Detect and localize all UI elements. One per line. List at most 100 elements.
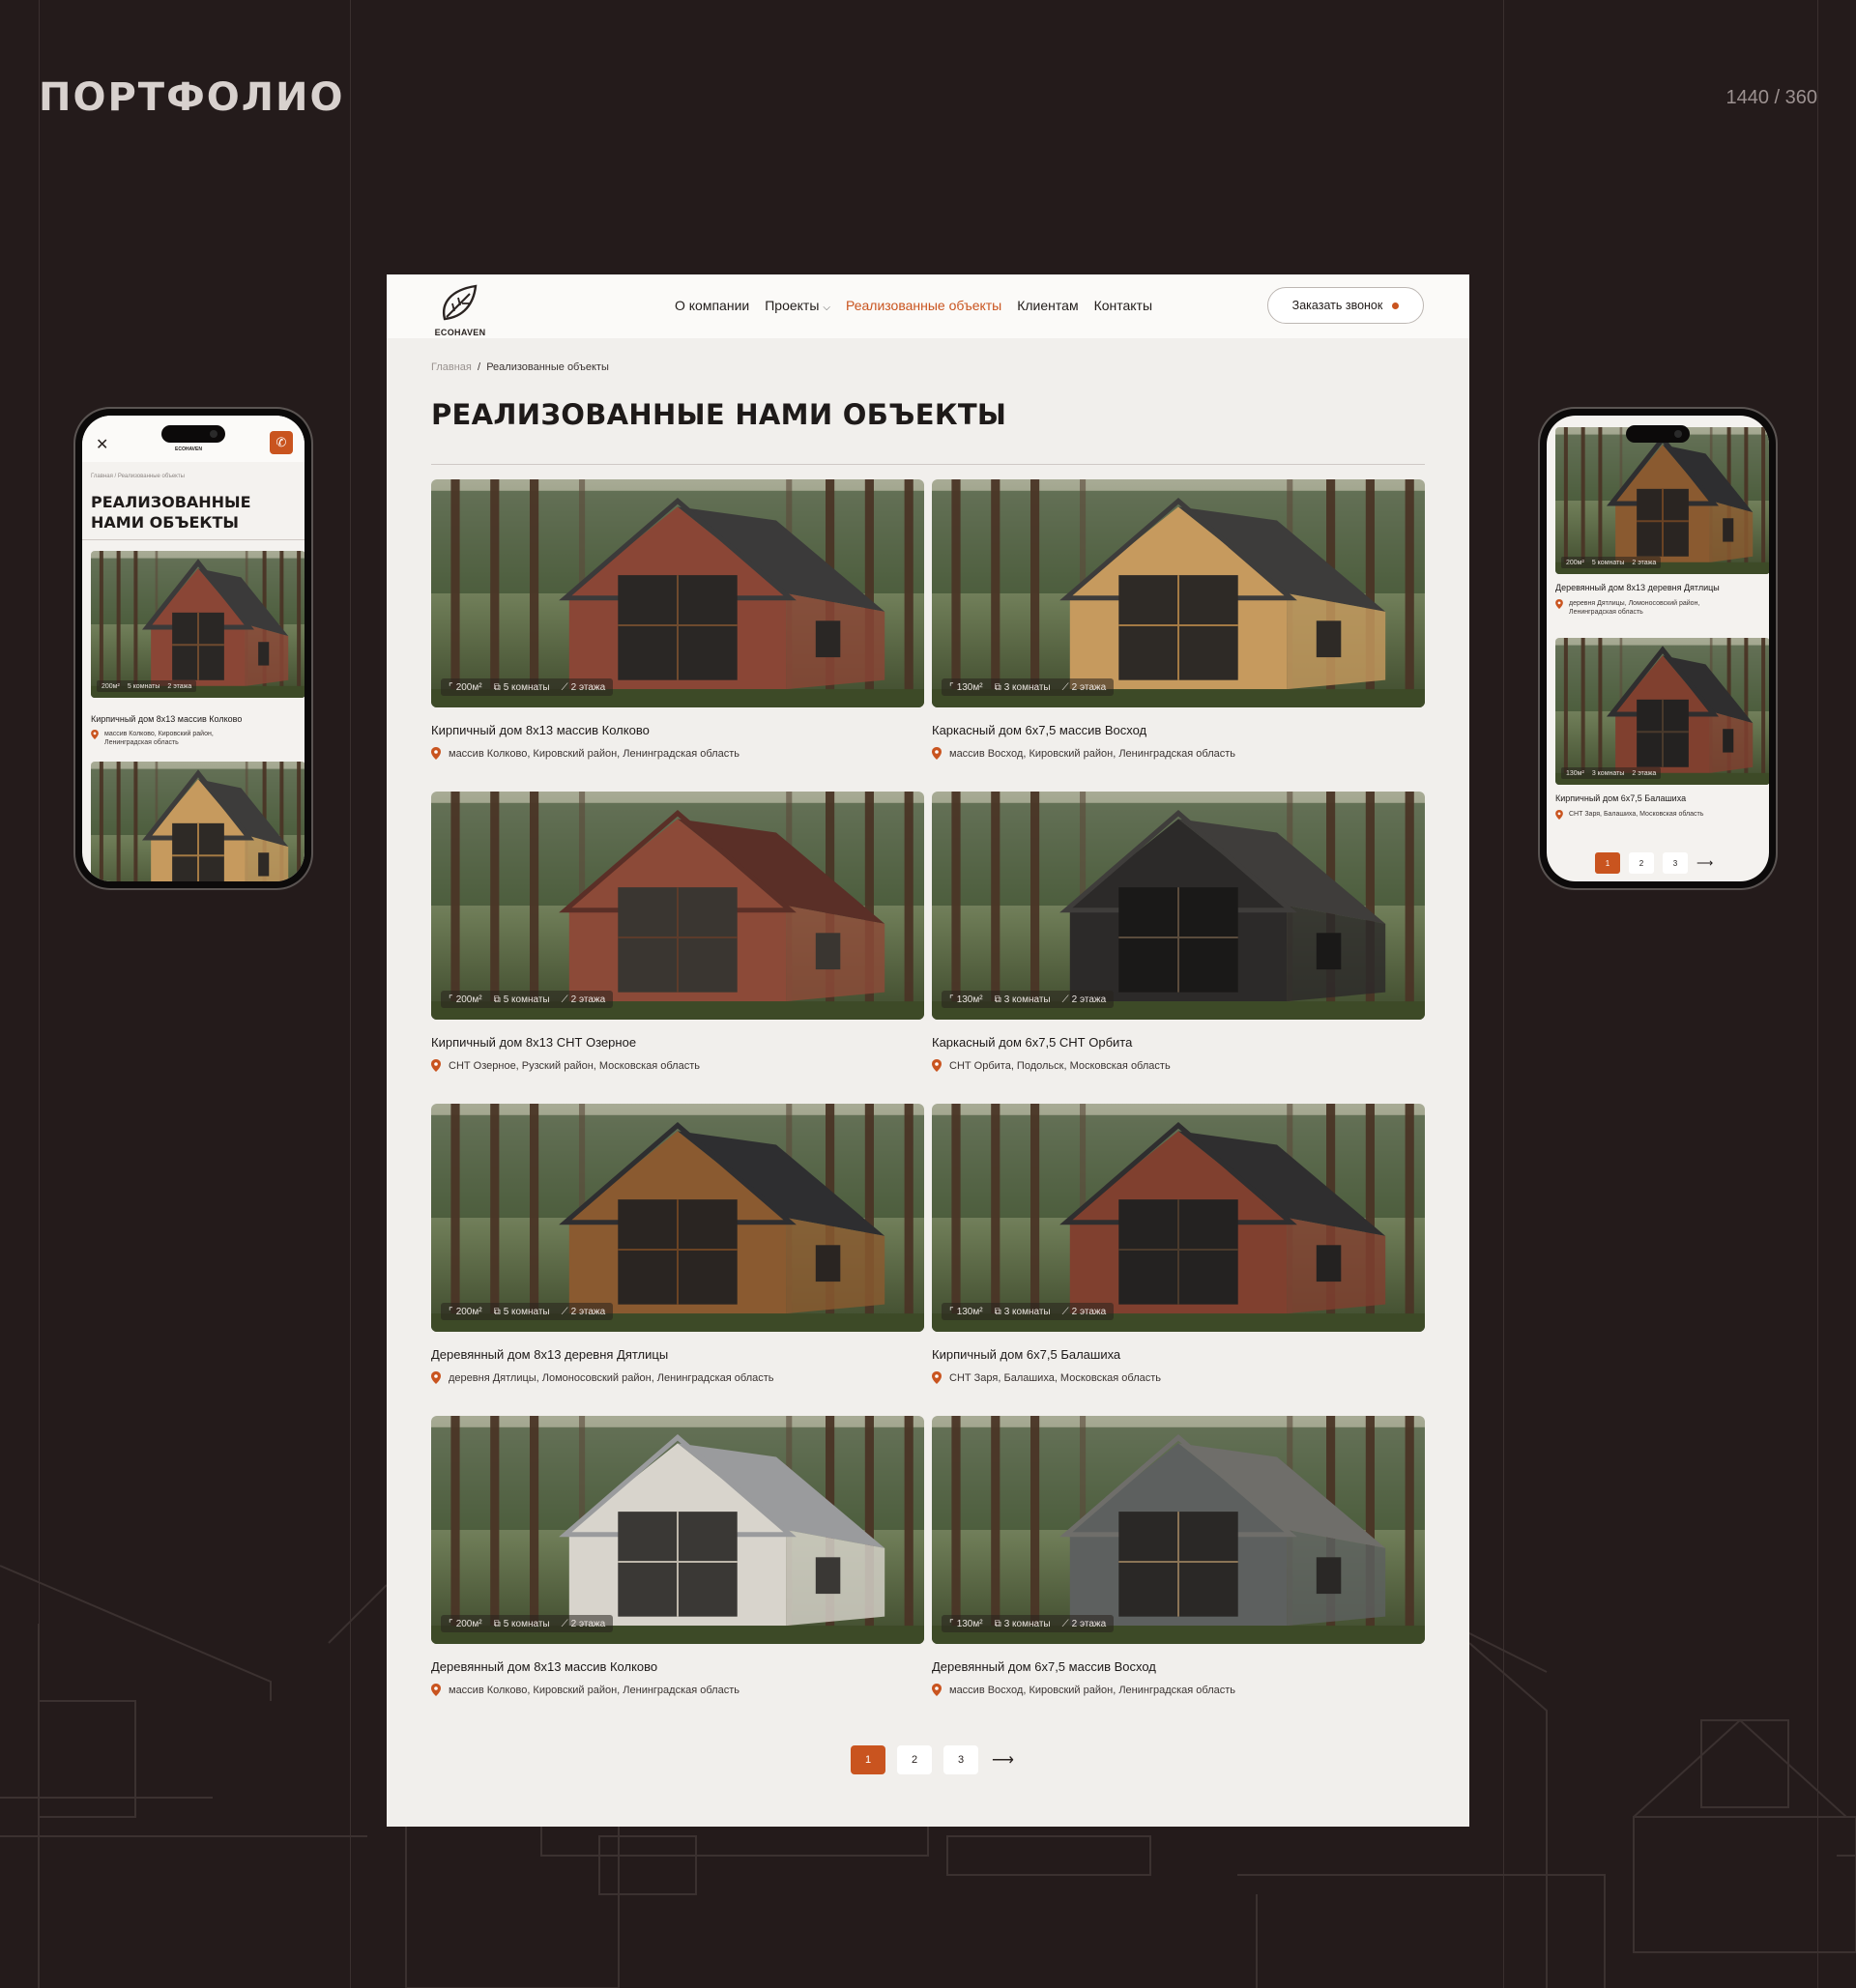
breadcrumb-separator: / <box>478 361 481 373</box>
logo[interactable]: ECOHAVEN <box>431 282 489 337</box>
project-location: массив Восход, Кировский район, Ленингра… <box>932 747 1425 760</box>
project-location: СНТ Озерное, Рузский район, Московская о… <box>431 1059 924 1072</box>
area-value: 200м² <box>455 1618 482 1629</box>
mobile-card-image[interactable]: 200м² 5 комнаты 2 этажа <box>91 551 304 698</box>
project-image[interactable]: ⌜ 130м² ⧉ 3 комнаты ⟋ 2 этажа <box>932 1104 1425 1332</box>
title-divider <box>431 464 1425 465</box>
area-icon: ⌜ <box>949 681 954 693</box>
mobile-card-title-2[interactable]: Кирпичный дом 6х7,5 Балашиха <box>1555 793 1686 803</box>
project-image[interactable]: ⌜ 200м² ⧉ 5 комнаты ⟋ 2 этажа <box>431 1416 924 1644</box>
mobile-card-stats: 200м² 5 комнаты 2 этажа <box>1561 557 1662 568</box>
project-image[interactable]: ⌜ 130м² ⧉ 3 комнаты ⟋ 2 этажа <box>932 792 1425 1020</box>
project-location: СНТ Заря, Балашиха, Московская область <box>932 1371 1425 1384</box>
project-title[interactable]: Кирпичный дом 8х13 массив Колково <box>431 723 924 737</box>
chevron-down-icon: ⌵ <box>823 303 830 313</box>
mobile-card-stats: 130м² 3 комнаты 2 этажа <box>1561 767 1662 779</box>
mobile-card-title[interactable]: Деревянный дом 8х13 деревня Дятлицы <box>1555 583 1720 592</box>
phone-icon[interactable]: ✆ <box>270 431 293 454</box>
location-pin-icon <box>91 730 99 739</box>
project-stats: ⌜ 200м² ⧉ 5 комнаты ⟋ 2 этажа <box>441 678 614 696</box>
project-title[interactable]: Каркасный дом 6х7,5 СНТ Орбита <box>932 1035 1425 1050</box>
floors-value: 2 этажа <box>1071 1306 1107 1317</box>
project-image[interactable]: ⌜ 200м² ⧉ 5 комнаты ⟋ 2 этажа <box>431 1104 924 1332</box>
project-image[interactable]: ⌜ 200м² ⧉ 5 комнаты ⟋ 2 этажа <box>431 792 924 1020</box>
desktop-mockup: ECOHAVEN О компании Проекты ⌵ Реализованн… <box>387 274 1469 1827</box>
mobile-card-image[interactable]: 200м² 5 комнаты 2 этажа <box>1555 427 1769 574</box>
pagination: 1 2 3 ⟶ <box>851 1745 1014 1774</box>
mobile-page-1[interactable]: 1 <box>1595 852 1620 874</box>
stairs-icon: ⟋ <box>1061 681 1069 693</box>
mobile-card-location-2: СНТ Заря, Балашиха, Московская область <box>1555 810 1758 820</box>
rooms-stat: ⧉ 5 комнаты <box>494 994 550 1005</box>
mobile-card-title[interactable]: Кирпичный дом 8х13 массив Колково <box>91 714 242 724</box>
stairs-icon: ⟋ <box>561 994 568 1005</box>
mobile-floors: 2 этажа <box>1632 769 1657 777</box>
mobile-card-location: деревня Дятлицы, Ломоносовский район, Лен… <box>1555 599 1758 618</box>
rooms-stat: ⧉ 5 комнаты <box>494 1619 550 1629</box>
project-card[interactable]: ⌜ 130м² ⧉ 3 комнаты ⟋ 2 этажа Деревянный до… <box>932 1416 1425 1728</box>
project-title[interactable]: Каркасный дом 6х7,5 массив Восход <box>932 723 1425 737</box>
stairs-icon: ⟋ <box>561 681 568 693</box>
rooms-stat: ⧉ 5 комнаты <box>494 1307 550 1317</box>
project-card[interactable]: ⌜ 200м² ⧉ 5 комнаты ⟋ 2 этажа Деревянный до… <box>431 1416 924 1728</box>
nav-item-label: Проекты <box>765 298 820 313</box>
mobile-screen-right: 200м² 5 комнаты 2 этажа Деревянный дом 8… <box>1547 416 1769 881</box>
page-3[interactable]: 3 <box>943 1745 978 1774</box>
nav-item-projects[interactable]: Проекты ⌵ <box>765 298 830 313</box>
project-location-text: массив Восход, Кировский район, Ленингра… <box>949 1684 1236 1696</box>
rooms-stat: ⧉ 3 комнаты <box>995 1307 1051 1317</box>
project-stats: ⌜ 200м² ⧉ 5 комнаты ⟋ 2 этажа <box>441 991 614 1008</box>
arrow-right-icon[interactable]: ⟶ <box>992 1750 1014 1770</box>
page-1[interactable]: 1 <box>851 1745 885 1774</box>
project-stats: ⌜ 130м² ⧉ 3 комнаты ⟋ 2 этажа <box>942 1303 1115 1320</box>
nav-item-about[interactable]: О компании <box>675 298 749 313</box>
project-image[interactable]: ⌜ 130м² ⧉ 3 комнаты ⟋ 2 этажа <box>932 1416 1425 1644</box>
project-card[interactable]: ⌜ 200м² ⧉ 5 комнаты ⟋ 2 этажа Деревянный до… <box>431 1104 924 1416</box>
project-stats: ⌜ 130м² ⧉ 3 комнаты ⟋ 2 этажа <box>942 991 1115 1008</box>
project-image[interactable]: ⌜ 130м² ⧉ 3 комнаты ⟋ 2 этажа <box>932 479 1425 707</box>
project-location-text: массив Колково, Кировский район, Ленингр… <box>449 747 740 760</box>
breadcrumb-home[interactable]: Главная <box>431 361 472 373</box>
nav-item-completed[interactable]: Реализованные объекты <box>846 298 1001 313</box>
mobile-card-stats: 200м² 5 комнаты 2 этажа <box>97 680 197 692</box>
floors-stat: ⟋ 2 этажа <box>562 1619 606 1629</box>
floors-value: 2 этажа <box>570 1618 606 1629</box>
project-title[interactable]: Деревянный дом 8х13 массив Колково <box>431 1659 924 1674</box>
mobile-mockup-right: 200м² 5 комнаты 2 этажа Деревянный дом 8… <box>1540 409 1776 888</box>
project-card[interactable]: ⌜ 200м² ⧉ 5 комнаты ⟋ 2 этажа Кирпичный дом… <box>431 479 924 792</box>
mobile-page-2[interactable]: 2 <box>1629 852 1654 874</box>
mobile-area: 130м² <box>1566 769 1584 777</box>
project-title[interactable]: Деревянный дом 6х7,5 массив Восход <box>932 1659 1425 1674</box>
request-call-button[interactable]: Заказать звонок <box>1267 287 1424 324</box>
location-pin-icon <box>431 1059 441 1072</box>
project-location: массив Колково, Кировский район, Ленингр… <box>431 1684 924 1696</box>
nav-item-contacts[interactable]: Контакты <box>1094 298 1152 313</box>
project-card[interactable]: ⌜ 130м² ⧉ 3 комнаты ⟋ 2 этажа Каркасный дом… <box>932 479 1425 792</box>
mobile-breadcrumb: Главная / Реализованные объекты <box>91 474 185 479</box>
floors-stat: ⟋ 2 этажа <box>562 994 606 1005</box>
mobile-logo-text: ECOHAVEN <box>175 447 202 452</box>
project-card[interactable]: ⌜ 130м² ⧉ 3 комнаты ⟋ 2 этажа Кирпичный дом… <box>932 1104 1425 1416</box>
close-icon[interactable]: ✕ <box>96 435 108 454</box>
project-title[interactable]: Кирпичный дом 6х7,5 Балашиха <box>932 1347 1425 1362</box>
project-card[interactable]: ⌜ 200м² ⧉ 5 комнаты ⟋ 2 этажа Кирпичный дом… <box>431 792 924 1104</box>
nav-item-clients[interactable]: Клиентам <box>1017 298 1078 313</box>
project-title[interactable]: Кирпичный дом 8х13 СНТ Озерное <box>431 1035 924 1050</box>
mobile-loc-line-1: деревня Дятлицы, Ломоносовский район, <box>1569 600 1700 607</box>
mobile-card-image-2[interactable] <box>91 762 304 881</box>
project-card[interactable]: ⌜ 130м² ⧉ 3 комнаты ⟋ 2 этажа Каркасный дом… <box>932 792 1425 1104</box>
mobile-page-3[interactable]: 3 <box>1663 852 1688 874</box>
area-icon: ⌜ <box>449 994 453 1005</box>
rooms-icon: ⧉ <box>994 1618 1001 1629</box>
projects-grid: ⌜ 200м² ⧉ 5 комнаты ⟋ 2 этажа Кирпичный дом… <box>431 479 1425 1728</box>
mobile-screen: ✕ ECOHAVEN ✆ Главная / Реализованные объ… <box>82 416 304 881</box>
page-2[interactable]: 2 <box>897 1745 932 1774</box>
arrow-right-icon[interactable]: ⟶ <box>1696 856 1713 870</box>
mobile-card-image-2[interactable]: 130м² 3 комнаты 2 этажа <box>1555 638 1769 785</box>
mobile-divider <box>82 539 304 540</box>
area-value: 200м² <box>455 681 482 693</box>
project-title[interactable]: Деревянный дом 8х13 деревня Дятлицы <box>431 1347 924 1362</box>
rooms-stat: ⧉ 3 комнаты <box>995 682 1051 693</box>
project-image[interactable]: ⌜ 200м² ⧉ 5 комнаты ⟋ 2 этажа <box>431 479 924 707</box>
rooms-icon: ⧉ <box>493 681 501 693</box>
